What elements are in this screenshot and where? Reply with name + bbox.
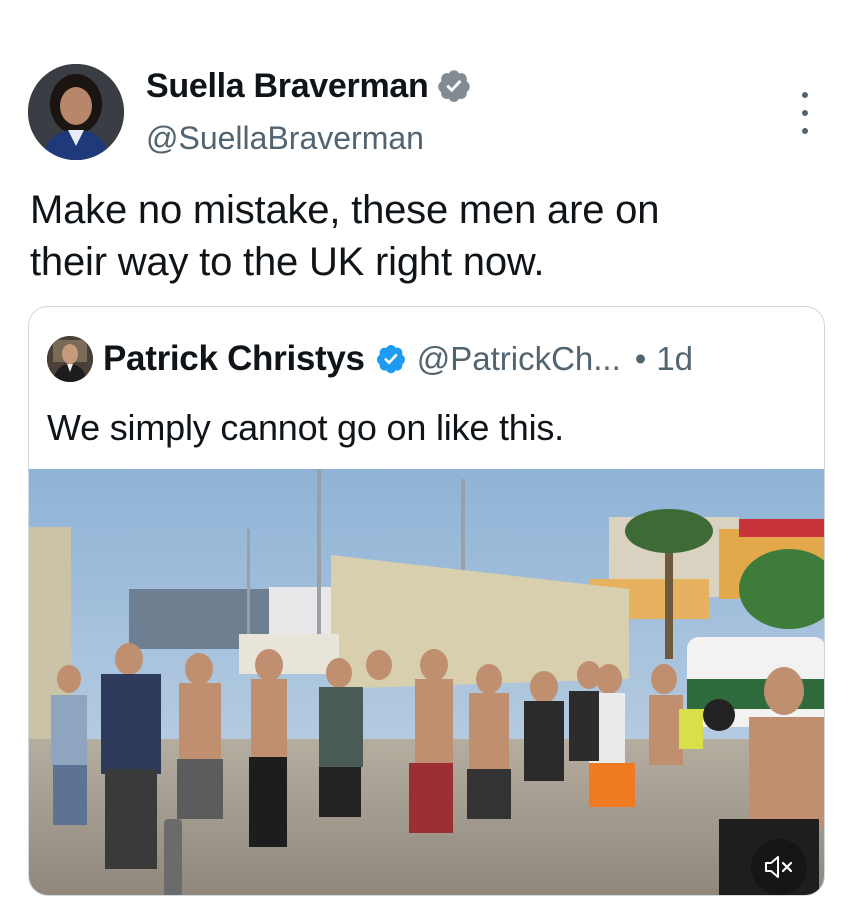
- video-frame-image: [29, 469, 824, 895]
- tweet-text-line: Make no mistake, these men are on: [30, 188, 660, 232]
- quoted-author-handle[interactable]: @PatrickCh...: [417, 340, 621, 378]
- author-handle[interactable]: @SuellaBraverman: [146, 120, 424, 157]
- quoted-tweet-card[interactable]: Patrick Christys @PatrickCh... • 1d We s…: [28, 306, 825, 896]
- video-thumbnail[interactable]: [29, 469, 824, 895]
- quoted-tweet-header: Patrick Christys @PatrickCh... • 1d: [47, 335, 693, 383]
- author-avatar[interactable]: [28, 64, 124, 160]
- author-name-row[interactable]: Suella Braverman: [146, 66, 472, 106]
- profile-photo-icon: [47, 336, 93, 382]
- more-dot-icon: [802, 110, 808, 116]
- tweet-container: Suella Braverman @SuellaBraverman Make n…: [0, 0, 853, 900]
- more-options-button[interactable]: [790, 92, 820, 134]
- tweet-text-line: their way to the UK right now.: [30, 240, 545, 284]
- more-dot-icon: [802, 128, 808, 134]
- quoted-author-avatar[interactable]: [47, 336, 93, 382]
- tweet-text: Make no mistake, these men are on their …: [30, 184, 830, 288]
- mute-button[interactable]: [751, 839, 807, 895]
- quoted-author-name[interactable]: Patrick Christys: [103, 339, 365, 379]
- verified-badge-icon: [376, 345, 405, 374]
- author-name[interactable]: Suella Braverman: [146, 67, 429, 106]
- quoted-timestamp[interactable]: 1d: [656, 340, 693, 378]
- speaker-muted-icon: [765, 856, 793, 878]
- profile-photo-icon: [28, 64, 124, 160]
- separator-dot: •: [634, 340, 647, 377]
- verified-badge-icon: [438, 70, 471, 102]
- more-dot-icon: [802, 92, 808, 98]
- quoted-tweet-text: We simply cannot go on like this.: [47, 407, 564, 448]
